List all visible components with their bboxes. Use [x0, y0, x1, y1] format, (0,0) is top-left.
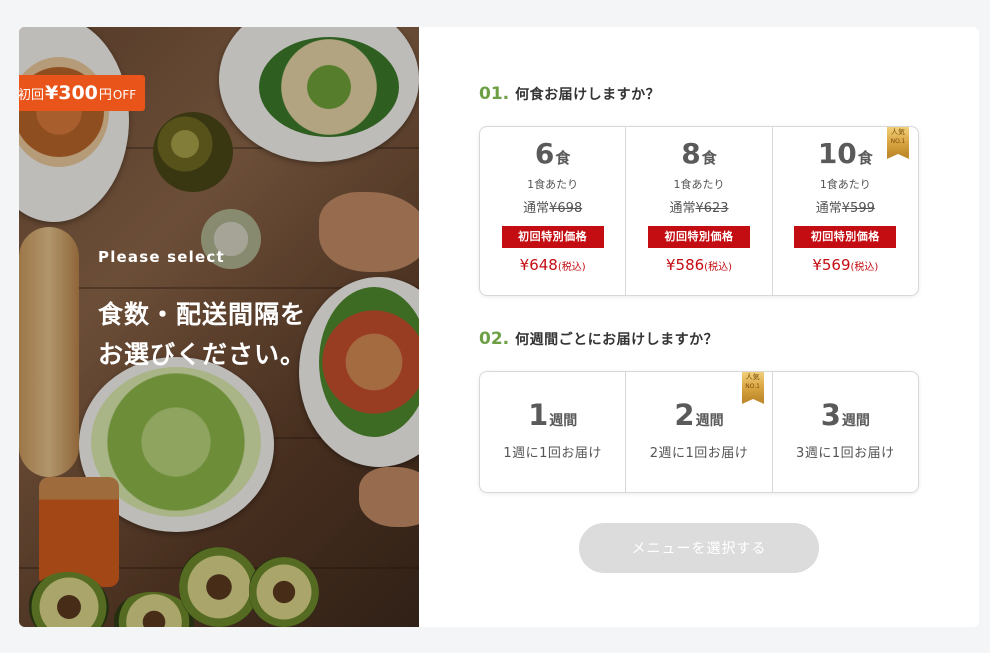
interval-count: 2 週間 [674, 398, 724, 432]
interval-option-1-week[interactable]: 1 週間 1週に1回お届け [480, 372, 625, 492]
meal-count: 10 食 [817, 137, 873, 170]
promo-suffix: OFF [112, 88, 137, 102]
meal-option-8[interactable]: 8食 1食あたり 通常¥623 初回特別価格 ¥586(税込) [625, 127, 771, 295]
meal-count: 8食 [681, 137, 717, 170]
regular-price: 通常¥623 [669, 201, 729, 216]
interval-description: 2週に1回お届け [649, 446, 749, 461]
question-number: 01. [479, 84, 510, 104]
regular-price: 通常¥698 [523, 201, 583, 216]
question-number: 02. [479, 329, 510, 349]
question-text: 何週間ごとにお届けしますか？ [515, 332, 719, 348]
per-meal-label: 1食あたり [819, 178, 871, 191]
interval-description: 1週に1回お届け [503, 446, 602, 461]
promo-amount: ¥300 [45, 82, 98, 104]
promo-prefix: 初回 [19, 88, 45, 103]
regular-price: 通常¥599 [815, 201, 875, 216]
question-meal-count: 01. 何食お届けしますか？ [479, 84, 660, 104]
per-meal-label: 1食あたり [527, 178, 579, 191]
meal-count-options: 6食 1食あたり 通常¥698 初回特別価格 ¥648(税込) 8食 1食あたり… [479, 126, 919, 296]
promo-unit: 円 [98, 88, 112, 103]
special-price-label: 初回特別価格 [501, 226, 604, 248]
interval-count: 1 週間 [528, 398, 578, 432]
hero-title: 食数・配送間隔を お選びください。 [98, 300, 307, 369]
popular-no1-badge: 人気 NO.1 [741, 372, 764, 404]
hero-subtitle: Please select [98, 248, 225, 266]
special-price: ¥569(税込) [812, 256, 879, 274]
meal-count: 6食 [534, 137, 571, 170]
special-price-label: 初回特別価格 [647, 226, 750, 248]
first-order-discount-badge: 初回 ¥300 円 OFF [19, 75, 146, 119]
interval-option-2-weeks[interactable]: 人気 NO.1 2 週間 2週に1回お届け [625, 372, 771, 492]
selection-card: 初回 ¥300 円 OFF Please select 食数・配送間隔を お選び… [19, 27, 979, 627]
select-menu-button[interactable]: メニューを選択する [579, 523, 819, 573]
interval-description: 3週に1回お届け [796, 446, 895, 461]
hero-image: 初回 ¥300 円 OFF Please select 食数・配送間隔を お選び… [19, 27, 419, 627]
selection-panel: 01. 何食お届けしますか？ 6食 1食あたり 通常¥698 初回特別価格 ¥6… [419, 27, 979, 627]
popular-no1-badge: 人気 NO.1 [886, 127, 909, 159]
question-text: 何食お届けしますか？ [515, 87, 661, 103]
interval-option-3-weeks[interactable]: 3 週間 3週に1回お届け [771, 372, 918, 492]
interval-count: 3 週間 [820, 398, 870, 432]
special-price: ¥586(税込) [665, 256, 732, 274]
special-price-label: 初回特別価格 [794, 226, 897, 248]
special-price: ¥648(税込) [519, 256, 586, 274]
meal-option-10[interactable]: 人気 NO.1 10 食 1食あたり 通常¥599 初回特別価格 ¥569(税込) [771, 127, 918, 295]
delivery-interval-options: 1 週間 1週に1回お届け 人気 NO.1 2 週間 2週に1回お届け 3 週間 3週に… [479, 371, 919, 493]
per-meal-label: 1食あたり [673, 178, 725, 191]
question-delivery-interval: 02. 何週間ごとにお届けしますか？ [479, 329, 718, 349]
meal-option-6[interactable]: 6食 1食あたり 通常¥698 初回特別価格 ¥648(税込) [480, 127, 625, 295]
